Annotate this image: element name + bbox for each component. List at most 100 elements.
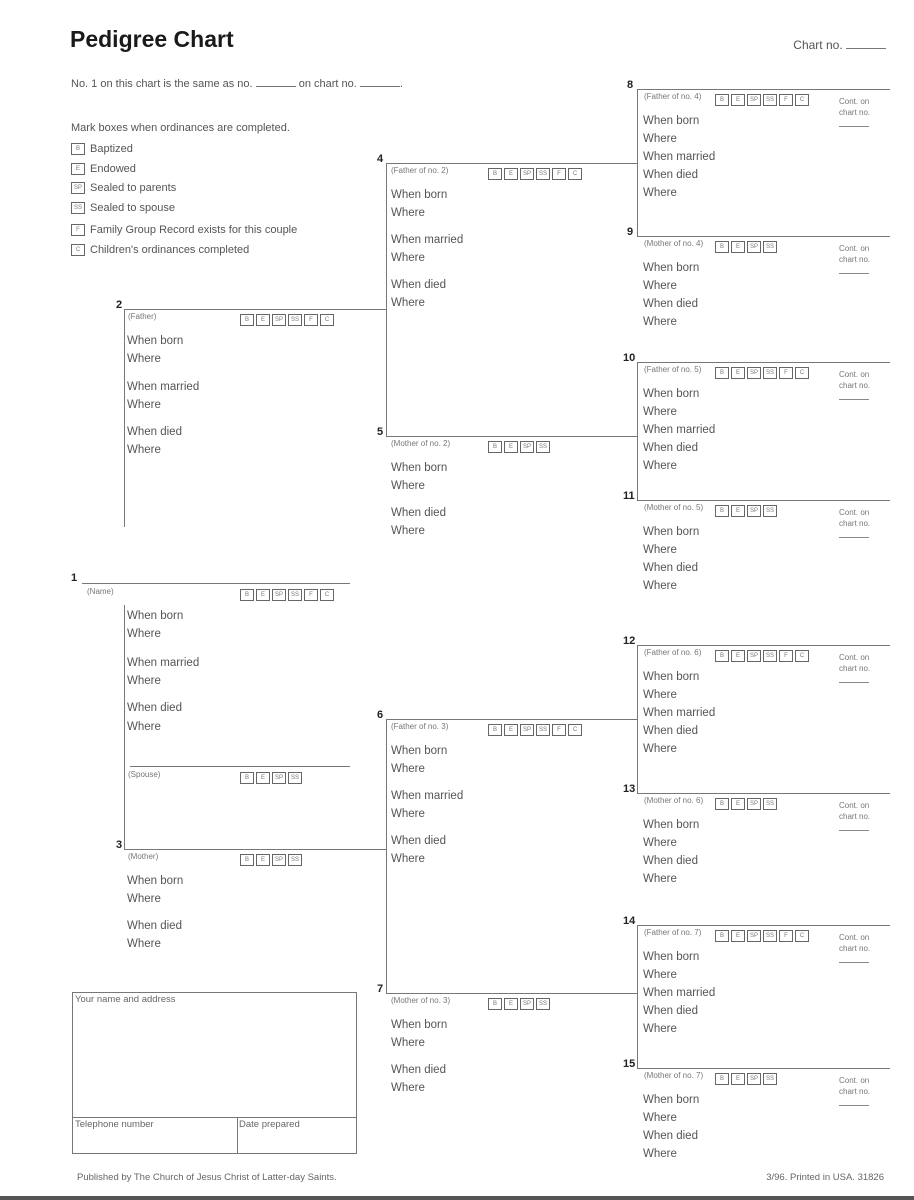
ordinance-checkbox-e[interactable]: E xyxy=(731,505,745,517)
field-where[interactable]: Where xyxy=(391,207,425,219)
field-when-married[interactable]: When married xyxy=(391,790,463,802)
ordinance-checkbox-b[interactable]: B xyxy=(715,930,729,942)
field-when-born[interactable]: When born xyxy=(643,819,699,831)
field-where[interactable]: Where xyxy=(391,808,425,820)
field-when-born[interactable]: When born xyxy=(391,189,447,201)
ordinance-checkbox-c[interactable]: C xyxy=(795,94,809,106)
person-name-field[interactable] xyxy=(130,752,350,766)
field-when-married[interactable]: When married xyxy=(127,381,199,393)
field-where[interactable]: Where xyxy=(643,689,677,701)
field-when-born[interactable]: When born xyxy=(643,262,699,274)
ordinance-checkbox-b[interactable]: B xyxy=(715,367,729,379)
ordinance-checkbox-sp[interactable]: SP xyxy=(520,998,534,1010)
date-prepared-field[interactable] xyxy=(238,1117,356,1153)
field-when-born[interactable]: When born xyxy=(127,610,183,622)
field-where[interactable]: Where xyxy=(127,938,161,950)
ordinance-checkbox-f[interactable]: F xyxy=(779,94,793,106)
ordinance-checkbox-e[interactable]: E xyxy=(504,168,518,180)
field-when-died[interactable]: When died xyxy=(643,855,698,867)
ordinance-checkbox-sp[interactable]: SP xyxy=(747,241,761,253)
ordinance-checkbox-sp[interactable]: SP xyxy=(747,650,761,662)
ordinance-checkbox-sp[interactable]: SP xyxy=(747,798,761,810)
field-where[interactable]: Where xyxy=(643,133,677,145)
ordinance-checkbox-c[interactable]: C xyxy=(568,724,582,736)
person-name-field[interactable] xyxy=(637,1054,890,1068)
field-when-died[interactable]: When died xyxy=(127,702,182,714)
ordinance-checkbox-b[interactable]: B xyxy=(715,650,729,662)
ordinance-checkbox-b[interactable]: B xyxy=(715,1073,729,1085)
field-where[interactable]: Where xyxy=(643,743,677,755)
ordinance-checkbox-ss[interactable]: SS xyxy=(288,854,302,866)
field-when-married[interactable]: When married xyxy=(643,424,715,436)
field-when-born[interactable]: When born xyxy=(643,115,699,127)
field-when-born[interactable]: When born xyxy=(643,951,699,963)
field-where[interactable]: Where xyxy=(127,893,161,905)
ordinance-checkbox-c[interactable]: C xyxy=(795,930,809,942)
field-where[interactable]: Where xyxy=(643,544,677,556)
ordinance-checkbox-f[interactable]: F xyxy=(779,930,793,942)
ordinance-checkbox-b[interactable]: B xyxy=(240,589,254,601)
ordinance-checkbox-b[interactable]: B xyxy=(715,94,729,106)
field-when-died[interactable]: When died xyxy=(391,835,446,847)
ordinance-checkbox-f[interactable]: F xyxy=(552,724,566,736)
ordinance-checkbox-b[interactable]: B xyxy=(240,314,254,326)
ordinance-checkbox-ss[interactable]: SS xyxy=(763,930,777,942)
ordinance-checkbox-sp[interactable]: SP xyxy=(272,854,286,866)
ordinance-checkbox-ss[interactable]: SS xyxy=(288,772,302,784)
ordinance-checkbox-ss[interactable]: SS xyxy=(763,367,777,379)
cont-on-chart-field[interactable] xyxy=(839,399,869,400)
ordinance-checkbox-b[interactable]: B xyxy=(715,798,729,810)
person-name-field[interactable] xyxy=(124,835,386,849)
ordinance-checkbox-e[interactable]: E xyxy=(256,314,270,326)
field-where[interactable]: Where xyxy=(643,873,677,885)
field-where[interactable]: Where xyxy=(127,444,161,456)
field-when-died[interactable]: When died xyxy=(391,507,446,519)
field-when-born[interactable]: When born xyxy=(391,1019,447,1031)
cont-on-chart-field[interactable] xyxy=(839,273,869,274)
ordinance-checkbox-ss[interactable]: SS xyxy=(536,441,550,453)
ordinance-checkbox-ss[interactable]: SS xyxy=(288,589,302,601)
field-where[interactable]: Where xyxy=(643,316,677,328)
ordinance-checkbox-sp[interactable]: SP xyxy=(747,367,761,379)
field-where[interactable]: Where xyxy=(643,1148,677,1160)
ordinance-checkbox-f[interactable]: F xyxy=(779,367,793,379)
field-where[interactable]: Where xyxy=(643,187,677,199)
ordinance-checkbox-e[interactable]: E xyxy=(731,930,745,942)
ordinance-checkbox-ss[interactable]: SS xyxy=(763,94,777,106)
ordinance-checkbox-b[interactable]: B xyxy=(240,854,254,866)
field-when-married[interactable]: When married xyxy=(127,657,199,669)
field-where[interactable]: Where xyxy=(391,297,425,309)
field-when-born[interactable]: When born xyxy=(391,745,447,757)
field-when-born[interactable]: When born xyxy=(643,388,699,400)
chart-number-field[interactable] xyxy=(846,38,886,49)
field-where[interactable]: Where xyxy=(391,853,425,865)
field-where[interactable]: Where xyxy=(127,353,161,365)
cont-on-chart-field[interactable] xyxy=(839,537,869,538)
same-as-number-field[interactable] xyxy=(255,76,296,87)
ordinance-checkbox-c[interactable]: C xyxy=(568,168,582,180)
cont-on-chart-field[interactable] xyxy=(839,126,869,127)
field-where[interactable]: Where xyxy=(127,675,161,687)
ordinance-checkbox-sp[interactable]: SP xyxy=(747,1073,761,1085)
field-when-born[interactable]: When born xyxy=(643,526,699,538)
ordinance-checkbox-sp[interactable]: SP xyxy=(747,505,761,517)
person-name-field[interactable] xyxy=(637,631,890,645)
ordinance-checkbox-e[interactable]: E xyxy=(731,1073,745,1085)
ordinance-checkbox-ss[interactable]: SS xyxy=(288,314,302,326)
person-name-field[interactable] xyxy=(637,779,890,793)
field-when-born[interactable]: When born xyxy=(127,875,183,887)
ordinance-checkbox-sp[interactable]: SP xyxy=(272,772,286,784)
field-where[interactable]: Where xyxy=(391,252,425,264)
telephone-field[interactable] xyxy=(73,1117,237,1153)
ordinance-checkbox-f[interactable]: F xyxy=(304,589,318,601)
cont-on-chart-field[interactable] xyxy=(839,962,869,963)
field-when-married[interactable]: When married xyxy=(391,234,463,246)
field-when-died[interactable]: When died xyxy=(643,1130,698,1142)
ordinance-checkbox-ss[interactable]: SS xyxy=(763,650,777,662)
field-where[interactable]: Where xyxy=(391,480,425,492)
ordinance-checkbox-e[interactable]: E xyxy=(731,650,745,662)
ordinance-checkbox-b[interactable]: B xyxy=(488,724,502,736)
ordinance-checkbox-e[interactable]: E xyxy=(731,367,745,379)
cont-on-chart-field[interactable] xyxy=(839,682,869,683)
field-where[interactable]: Where xyxy=(643,280,677,292)
